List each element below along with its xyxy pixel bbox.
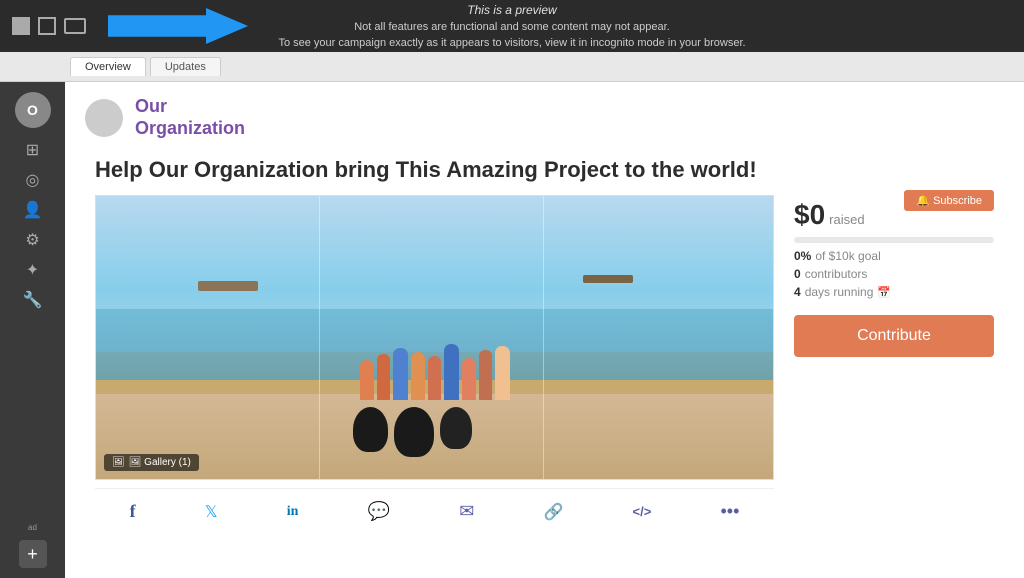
org-logo: [85, 99, 123, 137]
contributors-stat: 0 contributors: [794, 267, 994, 281]
sidebar-item-star[interactable]: ✦: [19, 256, 47, 284]
stats-panel: $0 raised 0% of $10k goal 0 contributors: [794, 195, 994, 357]
goal-text: of $10k goal: [815, 249, 880, 263]
content-area: OurOrganization Help Our Organization br…: [65, 82, 1024, 578]
sidebar-bottom: ad +: [19, 529, 47, 578]
contributors-label: contributors: [805, 267, 868, 281]
add-label: ad: [28, 523, 37, 532]
avatar[interactable]: O: [15, 92, 51, 128]
subscribe-button[interactable]: 🔔 Subscribe: [904, 190, 994, 211]
org-name: OurOrganization: [135, 96, 245, 139]
org-header: OurOrganization: [65, 82, 1024, 147]
boat-2: [583, 275, 633, 283]
view-toggle[interactable]: [0, 17, 98, 35]
tab-overview[interactable]: Overview: [70, 57, 146, 76]
sidebar-add-icon[interactable]: +: [19, 540, 47, 568]
campaign-wrapper: Help Our Organization bring This Amazing…: [65, 147, 1024, 544]
trash-bags: [353, 407, 472, 457]
sidebar: O ⊞ ◎ 👤 ⚙ ✦ 🔧 ad +: [0, 82, 65, 578]
campaign-image: 🖼 🖼 Gallery (1): [95, 195, 774, 480]
progress-bar-container: [794, 237, 994, 243]
social-bar: f 𝕏 in 💬 ✉ 🔗 </> •••: [95, 488, 774, 534]
sidebar-nav: ⊞ ◎ 👤 ⚙ ✦ 🔧: [0, 136, 65, 314]
image-section: 🖼 🖼 Gallery (1) f 𝕏 in 💬 ✉ 🔗 </> •••: [95, 195, 774, 534]
gallery-label[interactable]: 🖼 🖼 Gallery (1): [104, 454, 199, 471]
boat-1: [198, 281, 258, 291]
sidebar-item-campaigns[interactable]: ◎: [19, 166, 47, 194]
top-bar: This is a preview Not all features are f…: [0, 0, 1024, 52]
gallery-icon: 🖼: [112, 457, 125, 468]
sidebar-item-settings[interactable]: ⚙: [19, 226, 47, 254]
sidebar-item-dashboard[interactable]: ⊞: [19, 136, 47, 164]
email-icon[interactable]: ✉: [459, 501, 474, 522]
link-icon[interactable]: 🔗: [543, 502, 563, 522]
contribute-button[interactable]: Contribute: [794, 315, 994, 357]
goal-percent: 0%: [794, 249, 811, 263]
days-count: 4: [794, 285, 801, 299]
goal-stat: 0% of $10k goal: [794, 249, 994, 263]
beach-scene: [96, 196, 773, 479]
days-stat: 4 days running 📅: [794, 285, 994, 299]
back-arrow-icon[interactable]: [108, 8, 248, 44]
campaign-title: Help Our Organization bring This Amazing…: [95, 157, 994, 183]
days-label: days running: [805, 285, 874, 299]
contributors-count: 0: [794, 267, 801, 281]
preview-notice: This is a preview Not all features are f…: [278, 1, 745, 52]
main-layout: O ⊞ ◎ 👤 ⚙ ✦ 🔧 ad + OurOrganization Help …: [0, 82, 1024, 578]
tab-updates[interactable]: Updates: [150, 57, 221, 76]
messenger-icon[interactable]: 💬: [368, 501, 390, 522]
raised-label: raised: [829, 212, 864, 227]
desktop-view-icon[interactable]: [64, 18, 86, 34]
twitter-icon[interactable]: 𝕏: [205, 502, 218, 522]
sidebar-item-tools[interactable]: 🔧: [19, 286, 47, 314]
code-icon[interactable]: </>: [633, 504, 652, 519]
sidebar-item-supporters[interactable]: 👤: [19, 196, 47, 224]
linkedin-icon[interactable]: in: [287, 504, 299, 520]
facebook-icon[interactable]: f: [130, 501, 136, 522]
campaign-body: 🖼 🖼 Gallery (1) f 𝕏 in 💬 ✉ 🔗 </> •••: [95, 195, 994, 534]
more-options-icon[interactable]: •••: [720, 501, 739, 522]
calendar-icon: 📅: [877, 286, 891, 299]
col-divider-2: [543, 196, 544, 479]
back-arrow-container: [108, 8, 248, 44]
people-group: [360, 344, 510, 400]
grid-view-icon[interactable]: [12, 17, 30, 35]
nav-bar: Overview Updates: [0, 52, 1024, 82]
list-view-icon[interactable]: [38, 17, 56, 35]
col-divider-1: [319, 196, 320, 479]
raised-value: $0: [794, 199, 825, 231]
